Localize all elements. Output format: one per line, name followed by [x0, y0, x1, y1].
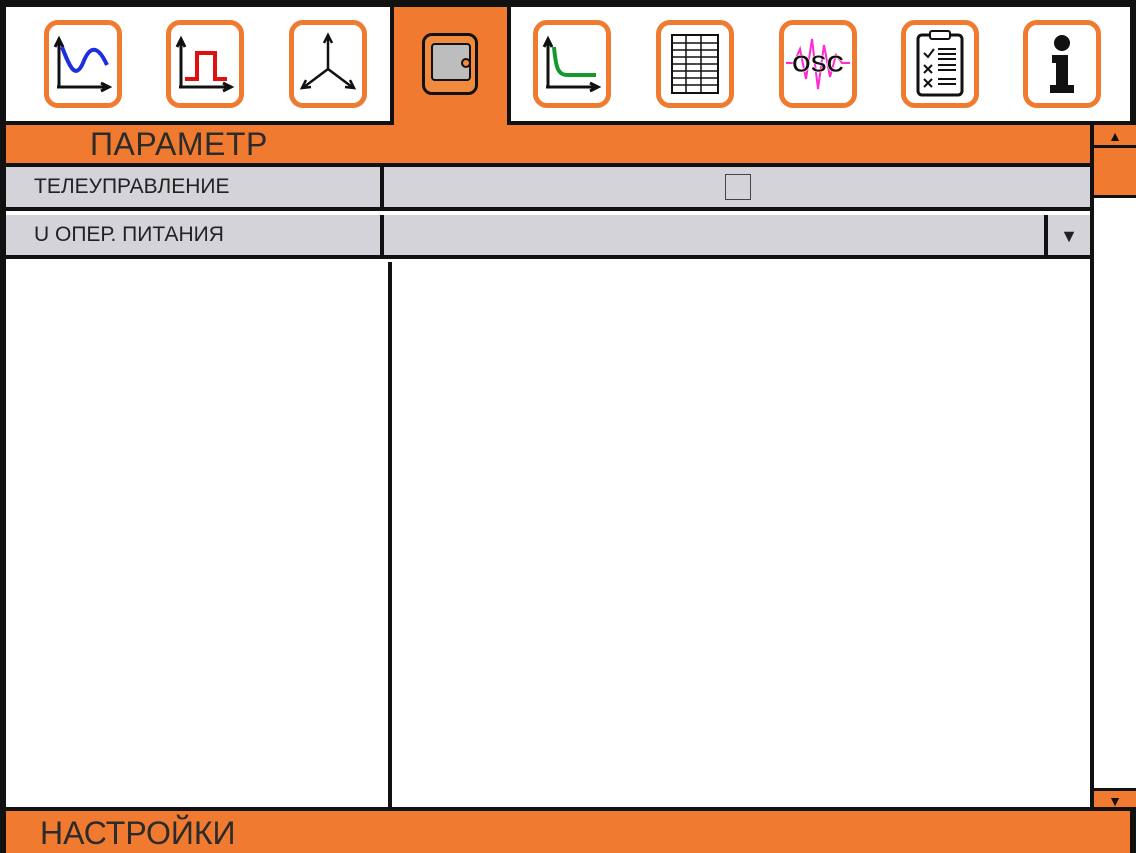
- tab-table[interactable]: [656, 20, 734, 108]
- decay-curve-icon: [542, 35, 602, 93]
- osc-label: OSC: [792, 51, 844, 78]
- three-phase-vector-icon: [299, 32, 357, 90]
- parameter-header: ПАРАМЕТР: [6, 125, 1090, 167]
- pulse-icon: [175, 35, 235, 93]
- tab-device-panel[interactable]: [422, 33, 478, 95]
- scroll-up-icon[interactable]: ▲: [1094, 125, 1136, 148]
- settings-footer-title: НАСТРОЙКИ: [40, 815, 236, 851]
- param-label: ТЕЛЕУПРАВЛЕНИЕ: [6, 167, 384, 207]
- tab-decay-curve[interactable]: [533, 20, 611, 108]
- param-label: U ОПЕР. ПИТАНИЯ: [6, 215, 384, 255]
- tab-checklist[interactable]: [901, 20, 979, 108]
- column-divider: [388, 262, 392, 807]
- vertical-scrollbar[interactable]: ▲ ▼: [1090, 125, 1136, 811]
- telecontrol-checkbox[interactable]: [725, 174, 751, 200]
- device-knob-icon: [461, 58, 471, 68]
- sine-wave-icon: [53, 35, 113, 93]
- left-border: [0, 125, 6, 810]
- tab-info[interactable]: [1023, 20, 1101, 108]
- tab-pulse[interactable]: [166, 20, 244, 108]
- scroll-thumb[interactable]: [1094, 148, 1136, 198]
- oscillogram-icon: OSC: [786, 38, 850, 90]
- tab-sine-wave[interactable]: [44, 20, 122, 108]
- info-icon: [1050, 35, 1074, 93]
- supply-voltage-dropdown[interactable]: ▼: [388, 215, 1090, 255]
- parameter-header-title: ПАРАМЕТР: [90, 126, 268, 162]
- parameter-table-body: [6, 262, 1090, 807]
- table-icon: [671, 34, 719, 94]
- tab-three-phase[interactable]: [289, 20, 367, 108]
- chevron-down-icon[interactable]: ▼: [1044, 215, 1090, 255]
- tab-oscillogram[interactable]: OSC: [779, 20, 857, 108]
- settings-footer[interactable]: НАСТРОЙКИ: [0, 807, 1136, 853]
- checklist-clipboard-icon: [916, 30, 964, 97]
- param-row-supply-voltage: U ОПЕР. ПИТАНИЯ ▼: [6, 215, 1090, 259]
- param-value: [388, 167, 1090, 207]
- param-row-telecontrol: ТЕЛЕУПРАВЛЕНИЕ: [6, 167, 1090, 211]
